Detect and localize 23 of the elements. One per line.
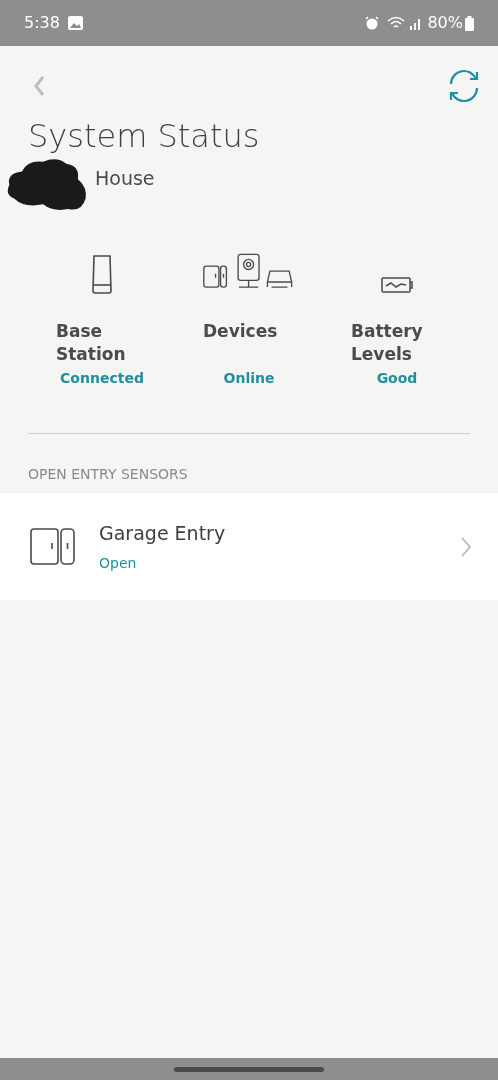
page-title: System Status <box>27 116 260 156</box>
wifi-icon <box>387 16 406 30</box>
status-label: Devices <box>203 320 279 343</box>
alarm-icon <box>365 16 380 30</box>
door-sensor-icon <box>30 528 75 565</box>
battery-icon <box>381 276 413 294</box>
status-value: Good <box>375 369 419 388</box>
battery-status-icon <box>465 15 474 31</box>
home-indicator[interactable] <box>174 1066 324 1072</box>
status-value: Online <box>222 369 276 388</box>
sensor-status: Open <box>99 554 138 574</box>
status-label: Base Station <box>56 320 127 366</box>
gallery-icon <box>67 16 83 30</box>
home-name: House <box>95 166 155 191</box>
section-header: OPEN ENTRY SENSORS <box>27 465 188 484</box>
battery-percentage: 80% <box>427 12 463 34</box>
chevron-right-icon <box>460 535 472 558</box>
status-label: Battery Levels <box>351 320 424 366</box>
sensor-name: Garage Entry <box>99 520 227 546</box>
status-value: Connected <box>59 369 145 388</box>
base-station-icon <box>90 254 114 294</box>
clock: 5:38 <box>24 12 60 34</box>
sensor-row[interactable]: Garage Entry Open <box>0 493 498 600</box>
